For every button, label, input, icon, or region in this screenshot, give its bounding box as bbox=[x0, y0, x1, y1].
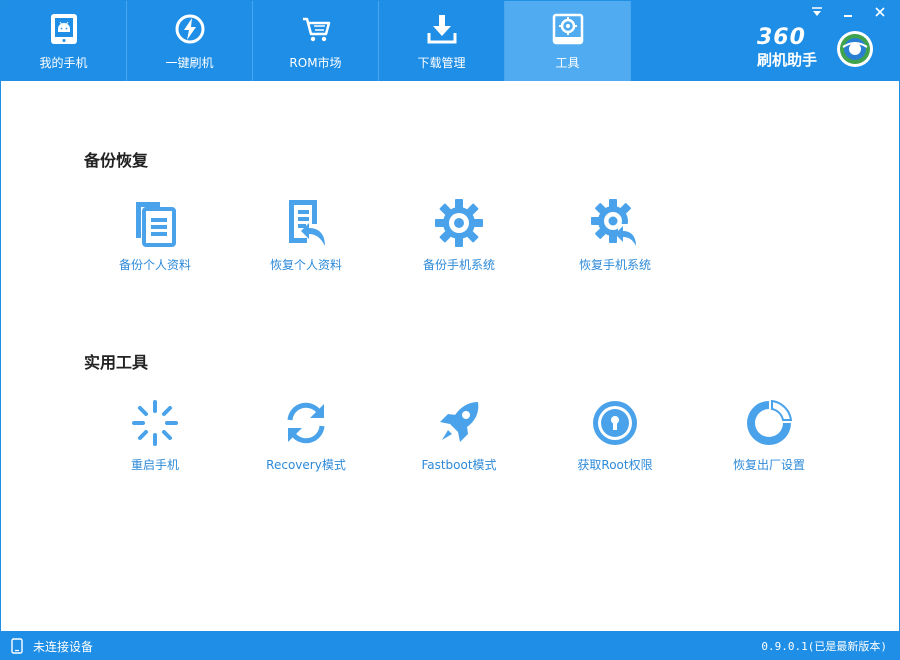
app-window: 我的手机 一键刷机 ROM市场 下载管理 工具 360 刷机助手 备份恢复 备份… bbox=[0, 0, 900, 660]
tab-download-manager[interactable]: 下载管理 bbox=[379, 1, 505, 81]
tool-label: 重启手机 bbox=[130, 458, 179, 472]
recovery-mode-button[interactable]: Recovery模式 bbox=[241, 398, 371, 478]
tool-label: Fastboot模式 bbox=[421, 458, 497, 472]
tab-one-click-flash[interactable]: 一键刷机 bbox=[127, 1, 253, 81]
restore-data-icon bbox=[289, 200, 325, 246]
tool-label: Recovery模式 bbox=[266, 458, 346, 472]
restore-data-button[interactable]: 恢复个人资料 bbox=[241, 198, 371, 278]
minimize-icon bbox=[844, 15, 852, 17]
tool-label: 备份个人资料 bbox=[118, 258, 191, 272]
get-root-button[interactable]: 获取Root权限 bbox=[550, 398, 680, 478]
section-title-backup: 备份恢复 bbox=[84, 151, 149, 170]
rocket-icon bbox=[440, 402, 479, 442]
logo-emblem-icon bbox=[837, 31, 873, 67]
backup-system-button[interactable]: 备份手机系统 bbox=[394, 198, 524, 278]
download-icon bbox=[427, 15, 457, 44]
root-lock-icon bbox=[593, 401, 637, 445]
toolbox-icon bbox=[552, 13, 584, 45]
tab-label: 下载管理 bbox=[417, 56, 466, 70]
section-title-tools: 实用工具 bbox=[84, 353, 149, 372]
tab-label: 工具 bbox=[555, 56, 580, 70]
close-icon bbox=[875, 7, 885, 17]
backup-data-button[interactable]: 备份个人资料 bbox=[90, 198, 220, 278]
logo-name: 刷机助手 bbox=[757, 51, 818, 69]
dropdown-menu-button[interactable] bbox=[802, 1, 832, 23]
tab-rom-market[interactable]: ROM市场 bbox=[253, 1, 379, 81]
backup-system-gear-icon bbox=[435, 199, 483, 247]
tab-my-phone[interactable]: 我的手机 bbox=[1, 1, 127, 81]
tab-label: ROM市场 bbox=[289, 56, 342, 70]
tool-label: 恢复出厂设置 bbox=[732, 458, 805, 472]
tool-label: 备份手机系统 bbox=[422, 258, 495, 272]
factory-reset-button[interactable]: 恢复出厂设置 bbox=[704, 398, 834, 478]
tool-label: 恢复手机系统 bbox=[578, 258, 651, 272]
shopping-cart-icon bbox=[303, 17, 331, 42]
tab-label: 一键刷机 bbox=[165, 56, 214, 70]
phone-icon bbox=[11, 638, 23, 654]
restore-system-gear-icon bbox=[591, 199, 640, 248]
close-button[interactable] bbox=[865, 1, 895, 23]
chevron-down-icon bbox=[812, 7, 822, 16]
tool-label: 获取Root权限 bbox=[577, 458, 653, 472]
tool-label: 恢复个人资料 bbox=[269, 258, 342, 272]
factory-reset-pie-icon bbox=[747, 399, 793, 445]
version-text: 0.9.0.1(已是最新版本) bbox=[761, 640, 887, 653]
device-status-text: 未连接设备 bbox=[33, 640, 94, 654]
top-nav-bar: 我的手机 一键刷机 ROM市场 下载管理 工具 360 刷机助手 bbox=[1, 1, 900, 81]
fastboot-mode-button[interactable]: Fastboot模式 bbox=[394, 398, 524, 478]
reboot-phone-button[interactable]: 重启手机 bbox=[90, 398, 220, 478]
tab-tools[interactable]: 工具 bbox=[505, 1, 631, 81]
app-logo: 360 刷机助手 bbox=[757, 27, 881, 73]
status-bar: 未连接设备 0.9.0.1(已是最新版本) bbox=[1, 631, 900, 660]
reboot-spinner-icon bbox=[132, 400, 178, 446]
recovery-refresh-icon bbox=[287, 402, 325, 444]
flash-circle-icon bbox=[175, 14, 205, 44]
restore-system-button[interactable]: 恢复手机系统 bbox=[550, 198, 680, 278]
logo-number: 360 bbox=[757, 25, 806, 50]
tab-label: 我的手机 bbox=[39, 56, 88, 70]
backup-data-icon bbox=[136, 202, 176, 247]
phone-android-icon bbox=[51, 14, 77, 44]
minimize-button[interactable] bbox=[833, 1, 863, 23]
